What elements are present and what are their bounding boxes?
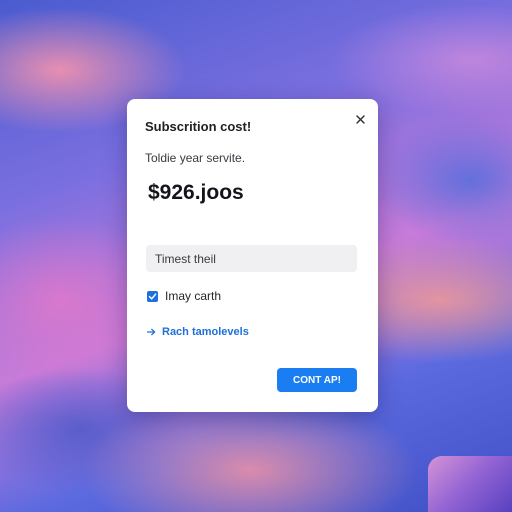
link-label: Rach tamolevels xyxy=(162,326,249,338)
checkbox[interactable] xyxy=(147,290,158,302)
decorative-ribbon xyxy=(428,456,512,512)
text-input-field[interactable] xyxy=(146,245,357,272)
arrow-right-icon xyxy=(147,328,156,336)
rach-link[interactable]: Rach tamolevels xyxy=(147,326,249,338)
checkmark-icon xyxy=(148,292,157,300)
close-button[interactable] xyxy=(352,111,368,127)
checkbox-row[interactable]: Imay carth xyxy=(147,289,221,303)
dialog-title: Subscrition cost! xyxy=(145,119,252,134)
dialog-subtitle: Toldie year servite. xyxy=(145,151,246,165)
continue-button[interactable]: CONT AP! xyxy=(277,368,357,392)
checkbox-label: Imay carth xyxy=(165,289,222,303)
subscription-price: $926.joos xyxy=(148,181,244,204)
close-icon xyxy=(355,114,365,124)
subscription-dialog: Subscrition cost! Toldie year servite. $… xyxy=(127,99,378,412)
